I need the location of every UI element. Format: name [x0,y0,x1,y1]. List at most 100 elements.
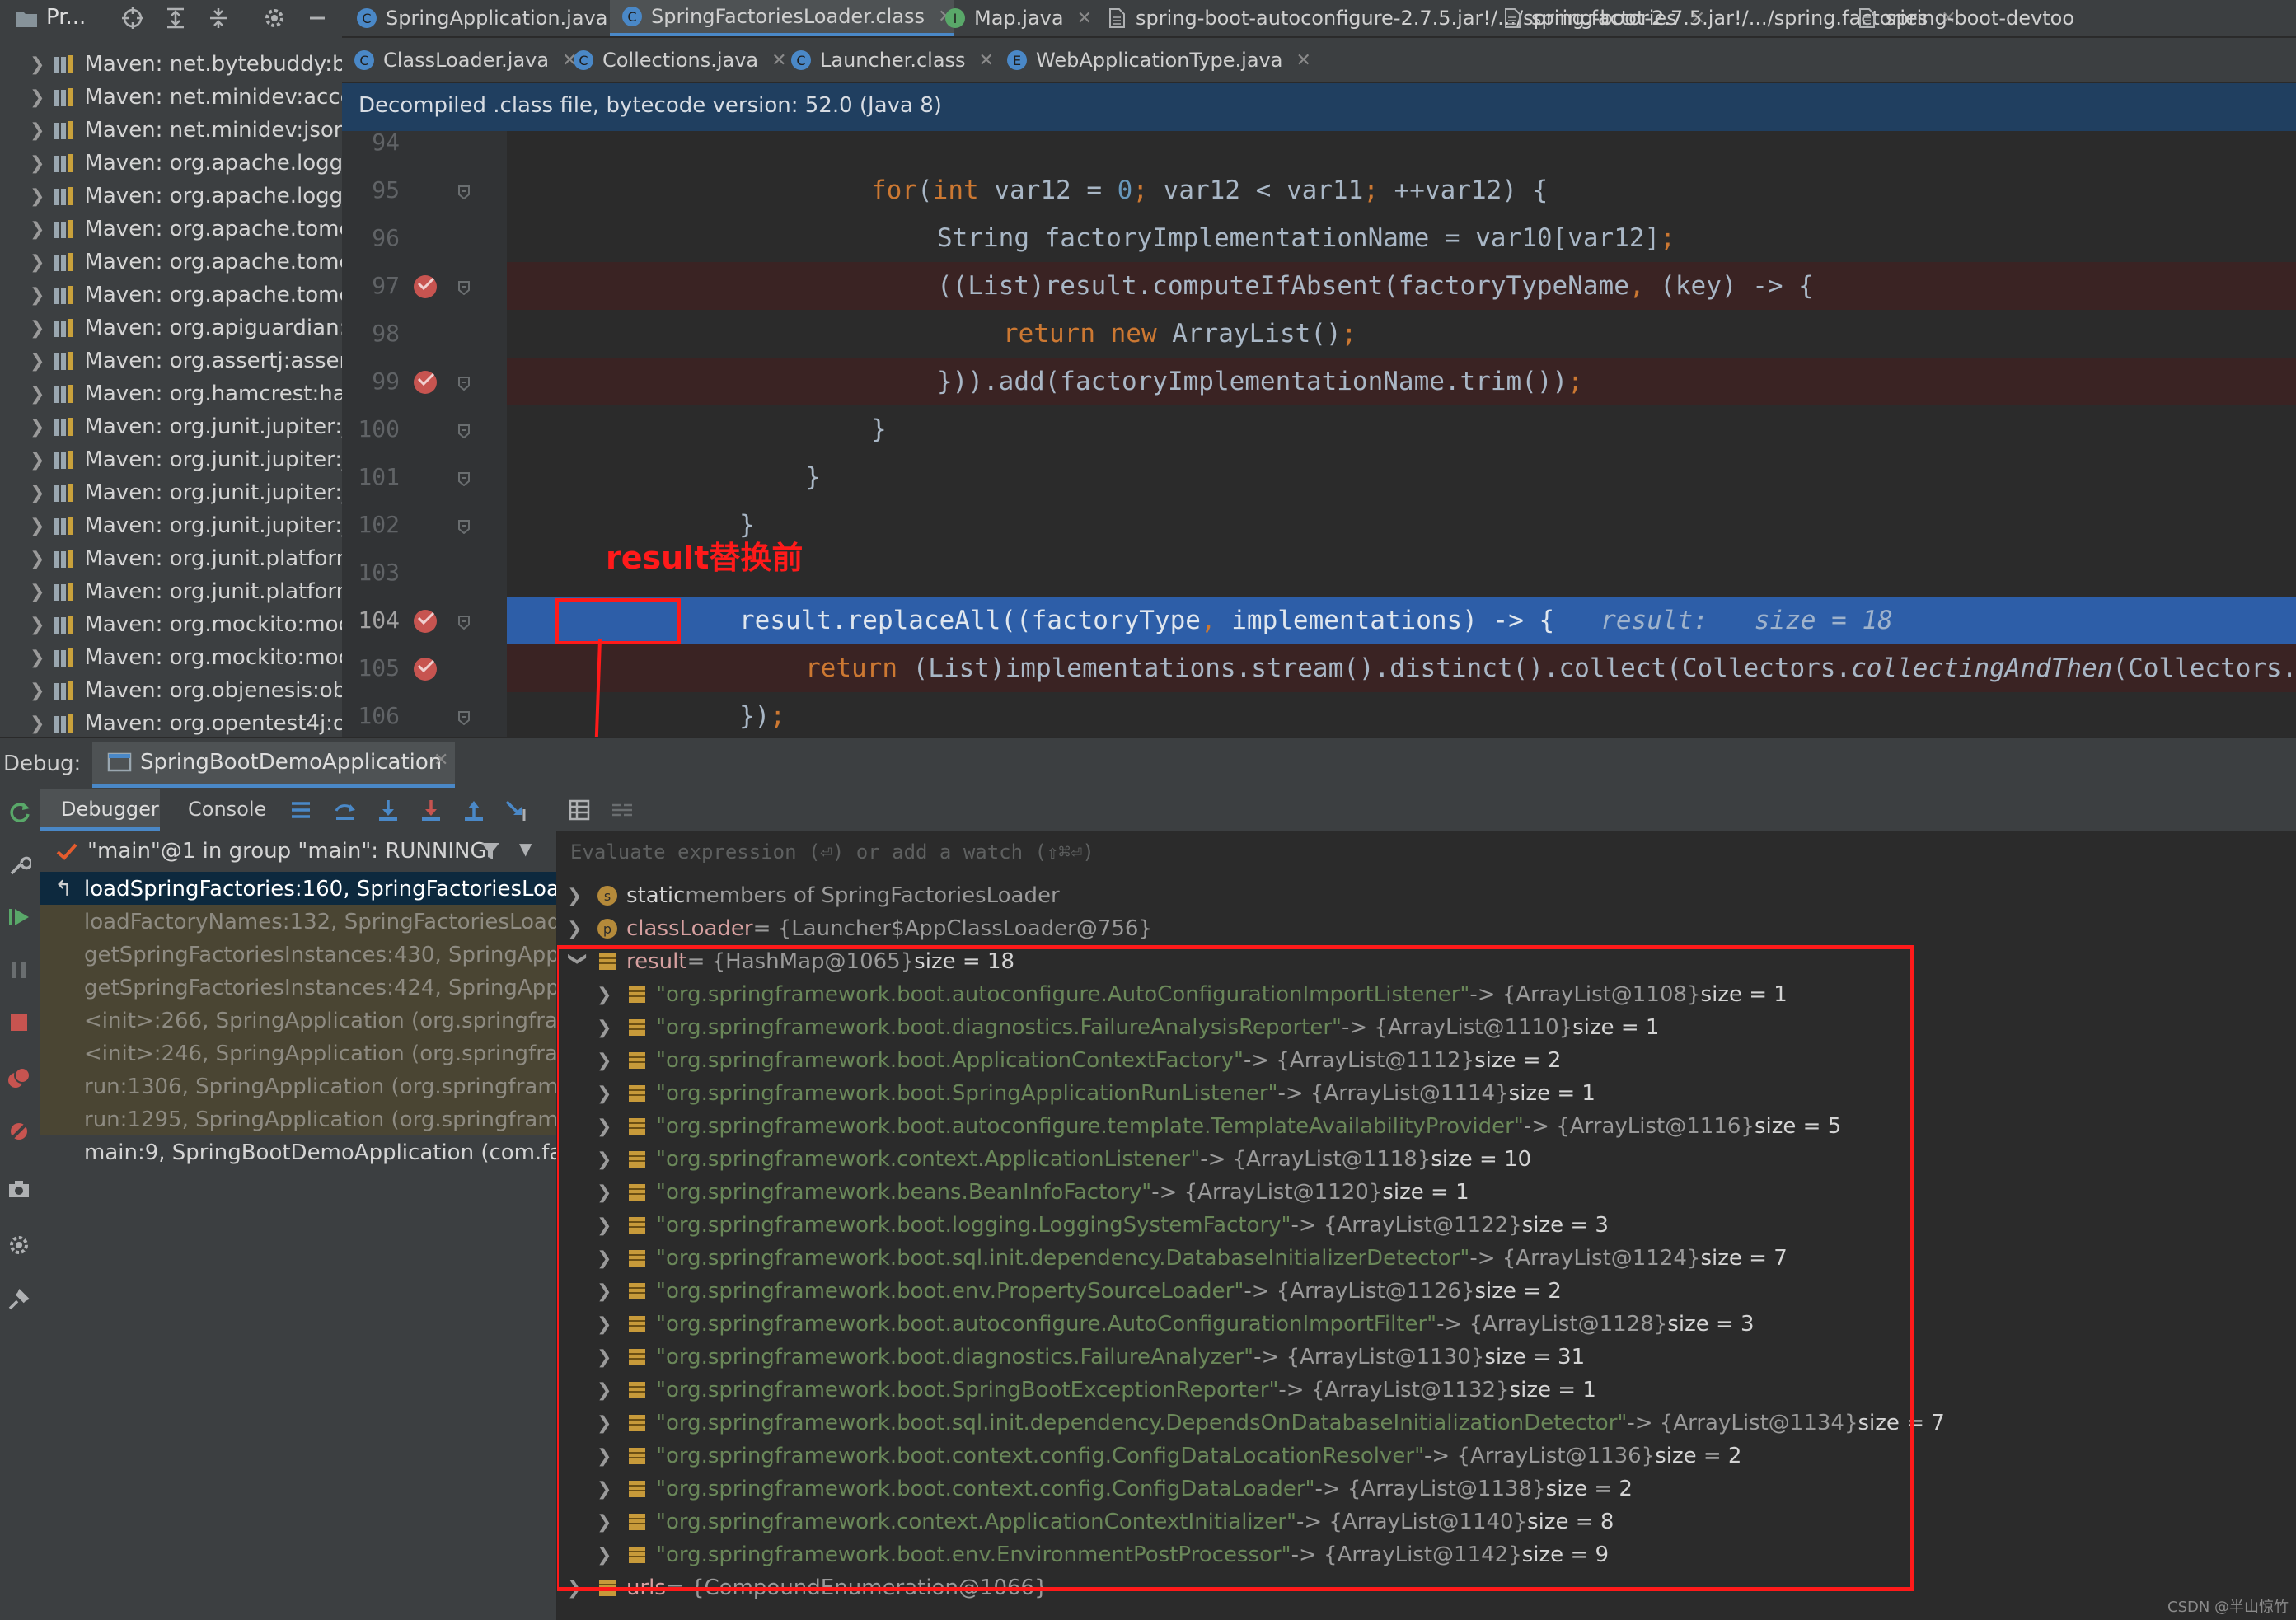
chevron-right-icon[interactable]: ❯ [30,318,45,339]
evaluate-expression-icon[interactable] [567,798,592,822]
tree-item-maven-library[interactable]: ❯ Maven: org.junit.jupiter:ju [0,509,342,542]
result-variable[interactable]: result [739,606,832,635]
run-to-cursor-icon[interactable] [504,798,529,822]
chevron-right-icon[interactable]: ❯ [567,886,588,906]
tree-item-maven-library[interactable]: ❯ Maven: org.opentest4j:op [0,707,342,737]
chevron-down-icon[interactable]: ▼ [519,839,532,859]
editor-tab[interactable]: CSpringApplication.java✕ [344,0,636,36]
editor-gutter[interactable]: 94 95 96 97 98 99 100 101 102 103 104 105 106 [342,131,507,737]
tree-item-maven-library[interactable]: ❯ Maven: org.apache.loggi [0,180,342,213]
view-breakpoints-icon[interactable] [7,1066,31,1091]
show-execution-point-icon[interactable] [288,798,313,822]
code-line-97[interactable]: ((List)result.computeIfAbsent(factoryTyp… [507,262,2296,310]
var-static[interactable]: ❯ s static members of SpringFactoriesLoa… [567,879,1060,912]
minimize-icon[interactable] [305,6,330,30]
gear-icon[interactable] [262,6,287,30]
chevron-right-icon[interactable]: ❯ [30,648,45,668]
tree-item-maven-library[interactable]: ❯ Maven: org.assertj:asser [0,344,342,377]
debug-session-tab[interactable]: SpringBootDemoApplication ✕ [92,742,455,788]
breakpoint-icon[interactable] [411,606,439,634]
chevron-right-icon[interactable]: ❯ [30,615,45,635]
chevron-right-icon[interactable]: ❯ [30,417,45,438]
tree-item-maven-library[interactable]: ❯ Maven: org.junit.jupiter:ju [0,443,342,476]
tree-item-maven-library[interactable]: ❯ Maven: org.apache.loggi [0,147,342,180]
stack-frame-current[interactable]: ↰ loadSpringFactories:160, SpringFactorie… [40,872,556,905]
code-line-96[interactable]: String factoryImplementationName = var10… [507,214,2296,262]
chevron-right-icon[interactable]: ❯ [30,384,45,405]
fold-marker-icon[interactable] [457,424,471,438]
tree-item-maven-library[interactable]: ❯ Maven: net.minidev:acce [0,81,342,114]
fold-marker-icon[interactable] [457,615,471,630]
chevron-right-icon[interactable]: ❯ [30,450,45,471]
editor-tab[interactable]: spring-boot-devtoo [1844,0,2074,36]
var-classloader[interactable]: ❯ p classLoader = {Launcher$AppClassLoad… [567,912,1152,945]
pause-icon[interactable] [7,957,31,982]
chevron-right-icon[interactable]: ❯ [30,186,45,207]
settings-icon[interactable] [7,1233,31,1257]
fold-marker-icon[interactable] [457,519,471,534]
stack-frame[interactable]: getSpringFactoriesInstances:430, SpringA… [40,938,556,971]
code-line-105[interactable]: return (List)implementations.stream().di… [507,644,2296,692]
fold-marker-icon[interactable] [457,710,471,725]
stack-frame[interactable]: getSpringFactoriesInstances:424, SpringA… [40,971,556,1004]
breakpoint-icon[interactable] [411,272,439,300]
tab-console[interactable]: Console [163,789,272,831]
stack-frame[interactable]: main:9, SpringBootDemoApplication (com.f… [40,1135,556,1168]
tree-item-maven-library[interactable]: ❯ Maven: org.hamcrest:har [0,377,342,410]
chevron-right-icon[interactable]: ❯ [30,516,45,536]
tree-item-maven-library[interactable]: ❯ Maven: org.objenesis:obj [0,674,342,707]
code-line-99[interactable]: })).add(factoryImplementationName.trim()… [507,358,2296,405]
chevron-right-icon[interactable]: ❯ [30,483,45,503]
chevron-right-icon[interactable]: ❯ [30,549,45,569]
editor-tab[interactable]: CSpringFactoriesLoader.class✕ [610,0,954,36]
chevron-right-icon[interactable]: ❯ [30,219,45,240]
breakpoint-icon[interactable] [411,368,439,396]
tree-item-maven-library[interactable]: ❯ Maven: org.mockito:moc [0,641,342,674]
tree-item-maven-library[interactable]: ❯ Maven: org.junit.platform [0,542,342,575]
chevron-right-icon[interactable]: ❯ [30,351,45,372]
mute-breakpoints-icon[interactable] [7,1119,31,1144]
code-line-100[interactable]: } [507,405,2296,453]
force-step-into-icon[interactable] [419,798,443,822]
stack-frame[interactable]: loadFactoryNames:132, SpringFactoriesLoa… [40,905,556,938]
rerun-icon[interactable] [7,799,31,824]
chevron-right-icon[interactable]: ❯ [30,153,45,174]
thread-selector[interactable]: "main"@1 in group "main": RUNNING ▼ [40,831,556,872]
tree-item-maven-library[interactable]: ❯ Maven: org.apache.tomc [0,246,342,279]
step-into-icon[interactable] [376,798,401,822]
close-icon[interactable]: ✕ [979,50,994,71]
camera-icon[interactable] [7,1177,31,1201]
pin-icon[interactable] [7,1287,31,1312]
collapse-all-icon[interactable] [206,6,231,30]
tab-debugger[interactable]: Debugger [40,789,160,831]
project-title[interactable]: Pr... [46,5,86,30]
step-over-icon[interactable] [333,798,358,822]
tree-item-maven-library[interactable]: ❯ Maven: org.apache.tomc [0,279,342,311]
fold-marker-icon[interactable] [457,471,471,486]
stack-frame[interactable]: <init>:246, SpringApplication (org.sprin… [40,1037,556,1070]
code-editor[interactable]: 94 95 96 97 98 99 100 101 102 103 104 105 106 for(in… [342,131,2296,737]
code-line-95[interactable]: for(int var12 = 0; var12 < var11; ++var1… [507,166,2296,214]
stack-frame[interactable]: <init>:266, SpringApplication (org.sprin… [40,1004,556,1037]
stop-icon[interactable] [7,1010,31,1035]
chevron-right-icon[interactable]: ❯ [30,582,45,602]
code-line-106[interactable]: }); [507,692,2296,737]
tree-item-maven-library[interactable]: ❯ Maven: org.junit.jupiter:ju [0,476,342,509]
chevron-right-icon[interactable]: ❯ [30,714,45,734]
tree-item-maven-library[interactable]: ❯ Maven: org.apache.tomc [0,213,342,246]
stack-frame[interactable]: run:1295, SpringApplication (org.springf… [40,1103,556,1135]
fold-marker-icon[interactable] [457,185,471,199]
chevron-right-icon[interactable]: ❯ [30,681,45,701]
watch-input[interactable]: Evaluate expression (⏎) or add a watch (… [557,831,2296,872]
editor-tab[interactable]: C Collections.java ✕ [561,38,787,82]
wrench-icon[interactable] [7,852,31,877]
stack-frame[interactable]: run:1306, SpringApplication (org.springf… [40,1070,556,1103]
step-out-icon[interactable] [462,798,486,822]
resume-icon[interactable] [7,905,31,929]
chevron-right-icon[interactable]: ❯ [30,120,45,141]
code-line-104-execution-point[interactable]: result.replaceAll((factoryType, implemen… [507,597,2296,644]
expand-all-icon[interactable] [163,6,188,30]
chevron-right-icon[interactable]: ❯ [30,87,45,108]
fold-marker-icon[interactable] [457,376,471,391]
filter-icon[interactable] [480,840,501,862]
